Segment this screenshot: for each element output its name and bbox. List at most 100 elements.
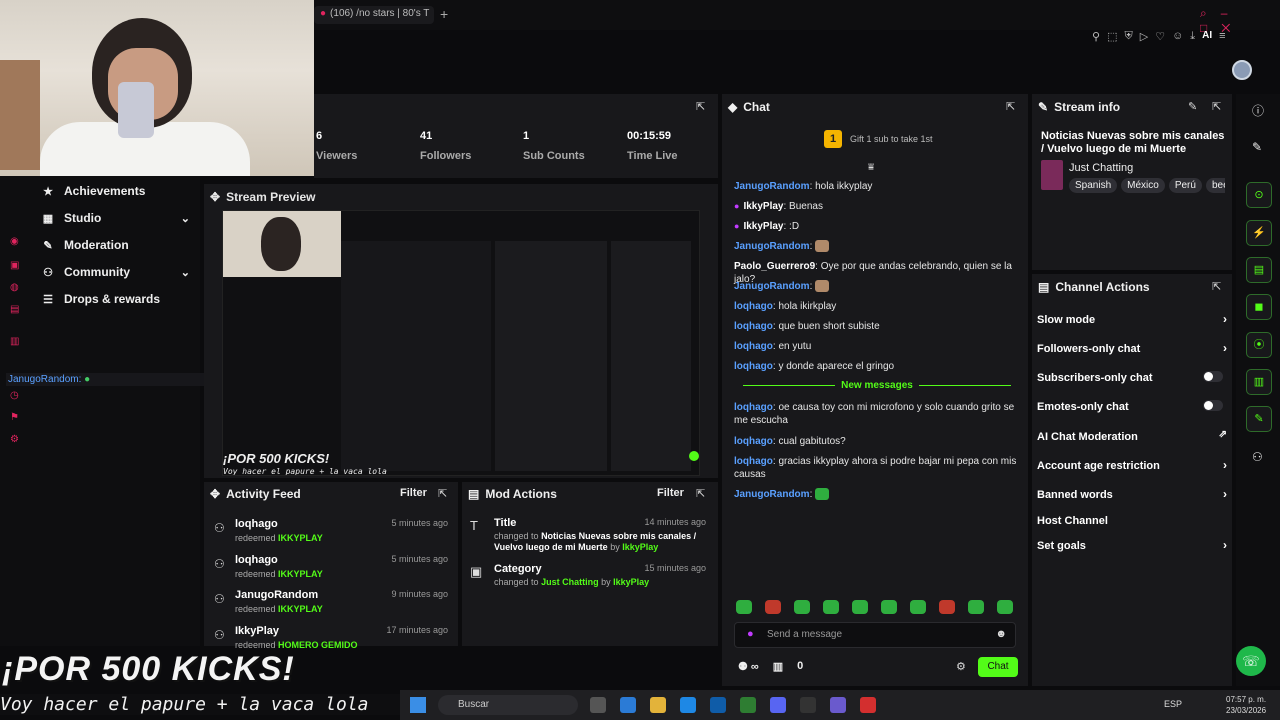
tag[interactable]: bee — [1205, 178, 1225, 193]
channel-action-set-goals[interactable]: Set goals › — [1037, 538, 1227, 552]
popout-icon[interactable]: ⇱ — [438, 487, 447, 500]
app-icon[interactable] — [620, 697, 636, 713]
emote-icon[interactable] — [910, 600, 926, 614]
points-icon[interactable]: ⚉ ∞ — [738, 660, 759, 673]
chat-icon[interactable]: ◼ — [1246, 294, 1272, 320]
profile-icon[interactable]: ☺ — [1172, 30, 1183, 46]
heart-icon[interactable]: ♡ — [1155, 30, 1165, 46]
filter-button[interactable]: Filter — [657, 487, 684, 499]
popout-icon[interactable]: ⇱ — [696, 100, 705, 113]
chevron-down-icon[interactable]: ⌄ — [181, 266, 190, 279]
channel-action-account-age[interactable]: Account age restriction › — [1037, 458, 1227, 472]
document-icon[interactable]: ▤ — [1246, 257, 1272, 283]
edit-icon[interactable]: ✎ — [1188, 100, 1197, 113]
emote-icon[interactable] — [823, 600, 839, 614]
menu-icon[interactable]: ≡ — [1219, 30, 1225, 46]
settings-icon[interactable]: ⚙ — [10, 434, 19, 445]
list-icon[interactable]: ▤ — [468, 487, 479, 501]
microphone-icon[interactable]: ● — [747, 628, 754, 640]
app-icon[interactable] — [830, 697, 846, 713]
bot-icon[interactable]: ▣ — [10, 260, 19, 271]
activity-user[interactable]: loqhago — [235, 518, 278, 530]
screenshot-icon[interactable]: ⬚ — [1107, 30, 1117, 46]
nav-item-drops-rewards[interactable]: ☰ Drops & rewards — [42, 292, 190, 306]
stream-icon[interactable]: ◉ — [10, 236, 19, 247]
minimize-icon[interactable]: – — [1221, 6, 1242, 20]
chat-username[interactable]: JanugoRandom — [734, 281, 810, 292]
chat-username[interactable]: Paolo_Guerrero9 — [734, 261, 815, 272]
browser-tab[interactable]: ● (106) /no stars | 80's T — [314, 6, 434, 24]
chat-username[interactable]: loqhago — [734, 301, 773, 312]
pencil-icon[interactable]: ✎ — [1252, 140, 1262, 154]
chat-username[interactable]: JanugoRandom — [734, 241, 810, 252]
m-icon[interactable]: ▤ — [10, 304, 19, 315]
discord-icon[interactable] — [770, 697, 786, 713]
target-icon[interactable]: ⊙ — [1246, 182, 1272, 208]
chat-username[interactable]: loqhago — [734, 456, 773, 467]
chevron-right-icon[interactable]: › — [1223, 341, 1227, 355]
windows-start-icon[interactable] — [410, 697, 426, 713]
community-icon[interactable]: ⚇ — [1252, 450, 1263, 464]
stream-category[interactable]: Just Chatting — [1069, 162, 1133, 174]
nav-item-community[interactable]: ⚇ Community ⌄ — [42, 265, 190, 279]
language-indicator[interactable]: ESP — [1164, 699, 1182, 709]
external-link-icon[interactable]: ⇗ — [1219, 429, 1227, 440]
popout-icon[interactable]: ⇱ — [1212, 100, 1221, 113]
wrench-icon[interactable]: ✎ — [1246, 406, 1272, 432]
edge-icon[interactable] — [680, 697, 696, 713]
flag-icon[interactable]: ⚑ — [10, 412, 19, 423]
emote-icon[interactable] — [881, 600, 897, 614]
app-icon[interactable] — [740, 697, 756, 713]
shield-icon[interactable]: ⛨ — [1124, 30, 1132, 46]
tag[interactable]: Perú — [1168, 178, 1202, 193]
emote-icon[interactable] — [765, 600, 781, 614]
chat-username[interactable]: JanugoRandom — [734, 489, 810, 500]
emote-icon[interactable] — [794, 600, 810, 614]
channel-action-banned-words[interactable]: Banned words › — [1037, 487, 1227, 501]
chevron-right-icon[interactable]: › — [1223, 458, 1227, 472]
filter-button[interactable]: Filter — [400, 487, 427, 499]
tag[interactable]: México — [1121, 178, 1165, 193]
tag[interactable]: Spanish — [1069, 178, 1118, 193]
new-messages-divider[interactable]: New messages — [734, 380, 1020, 391]
chat-username[interactable]: IkkyPlay — [734, 221, 783, 232]
play-icon[interactable]: ▷ — [1140, 30, 1148, 46]
emote-icon[interactable] — [968, 600, 984, 614]
channel-action-slow-mode[interactable]: Slow mode › — [1037, 312, 1227, 326]
chevron-right-icon[interactable]: › — [1223, 312, 1227, 326]
nav-item-studio[interactable]: ▦ Studio ⌄ — [42, 211, 190, 225]
stream-preview-video[interactable]: ¡POR 500 KICKS! Voy hacer el papure + la… — [222, 210, 700, 476]
chat-username[interactable]: loqhago — [734, 321, 773, 332]
nav-item-moderation[interactable]: ✎ Moderation — [42, 238, 190, 252]
activity-user[interactable]: IkkyPlay — [235, 625, 279, 637]
folder-icon[interactable] — [650, 697, 666, 713]
app-icon[interactable] — [800, 697, 816, 713]
chat-username[interactable]: loqhago — [734, 436, 773, 447]
popout-icon[interactable]: ⇱ — [1006, 100, 1015, 113]
chat-input[interactable]: ● Send a message ☻ — [734, 622, 1016, 648]
grip-icon[interactable]: ✥ — [210, 190, 220, 204]
toggle-switch[interactable] — [1203, 371, 1223, 382]
clock-icon[interactable]: ◷ — [10, 390, 19, 401]
support-chat-icon[interactable]: ☏ — [1236, 646, 1266, 676]
twitch-icon[interactable]: ▥ — [10, 336, 19, 347]
trash-icon[interactable]: ▥ — [773, 660, 783, 673]
grip-icon[interactable]: ✥ — [210, 487, 220, 501]
emote-icon[interactable] — [736, 600, 752, 614]
emote-icon[interactable] — [997, 600, 1013, 614]
pinned-icon[interactable]: ⩸ — [868, 162, 874, 173]
broadcast-icon[interactable]: ⦿ — [1246, 332, 1272, 358]
pin-icon[interactable]: ⚲ — [1092, 30, 1100, 46]
download-icon[interactable]: ⤓ — [1190, 30, 1195, 46]
channel-action-followers-only[interactable]: Followers-only chat › — [1037, 341, 1227, 355]
chevron-right-icon[interactable]: › — [1223, 487, 1227, 501]
taskbar-search[interactable]: Buscar — [438, 695, 578, 715]
store-icon[interactable] — [710, 697, 726, 713]
panel-icon[interactable]: ▥ — [1246, 369, 1272, 395]
app-icon[interactable] — [590, 697, 606, 713]
channel-action-host-channel[interactable]: Host Channel — [1037, 515, 1227, 527]
emote-icon[interactable] — [852, 600, 868, 614]
activity-user[interactable]: JanugoRandom — [235, 589, 318, 601]
emoji-icon[interactable]: ☻ — [995, 628, 1007, 640]
info-icon[interactable]: ⓘ — [1252, 102, 1264, 119]
